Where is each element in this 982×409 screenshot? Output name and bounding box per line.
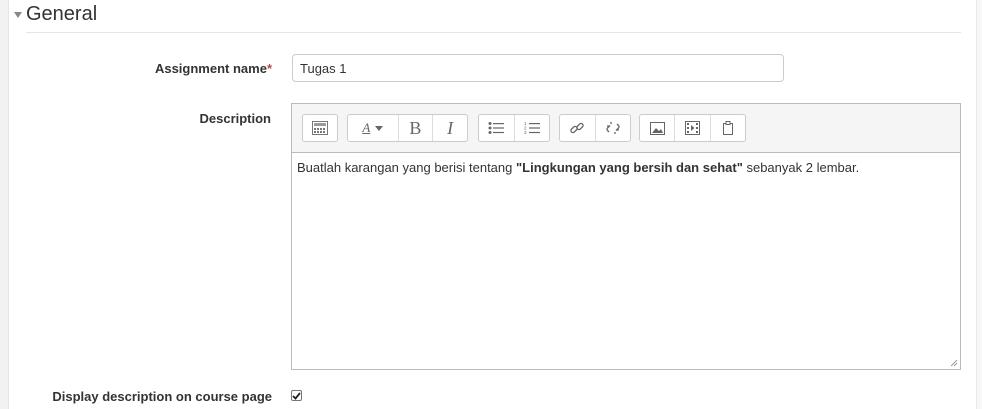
resize-handle-icon[interactable] [950,359,958,367]
toolbar-group-collapse [302,114,338,142]
image-icon [649,121,665,135]
unordered-list-button[interactable] [479,115,515,141]
checkmark-icon [292,391,301,400]
page-left-edge [0,0,9,409]
editor-content-area[interactable]: Buatlah karangan yang berisi tentang "Li… [292,153,960,183]
dropdown-arrow-icon [375,125,384,131]
assignment-name-label: Assignment name* [60,61,272,76]
assignment-name-label-text: Assignment name [154,61,267,76]
italic-button[interactable]: I [433,115,467,141]
page-right-edge [976,0,982,409]
toolbar-group-media [639,114,746,142]
svg-text:3: 3 [524,130,527,135]
insert-link-button[interactable] [560,115,596,141]
section-divider [26,32,961,33]
display-description-label: Display description on course page [52,389,272,404]
toolbar-group-text-style: A B I [347,114,468,142]
unlink-button[interactable] [596,115,631,141]
insert-media-button[interactable] [675,115,711,141]
show-more-buttons-button[interactable] [303,115,337,141]
video-icon [684,121,700,135]
description-text-bold: "Lingkungan yang bersih dan sehat" [516,160,743,175]
toolbar-group-lists: 1 2 3 [478,114,550,142]
keyboard-icon [312,121,328,135]
bullet-list-icon [488,122,505,134]
collapse-triangle-icon [14,11,22,18]
general-section-toggle[interactable]: General [14,2,97,26]
description-editor[interactable]: A B I 1 2 3 Buatlah karangan yang berisi… [291,103,961,370]
display-description-checkbox[interactable] [291,390,302,401]
assignment-name-input[interactable] [292,54,784,82]
editor-toolbar: A B I 1 2 3 [292,104,960,153]
description-text-after: sebanyak 2 lembar. [742,160,860,175]
manage-files-button[interactable] [711,115,745,141]
ordered-list-button[interactable]: 1 2 3 [515,115,550,141]
font-style-icon: A [362,120,371,135]
numbered-list-icon: 1 2 3 [524,121,540,135]
bold-button[interactable]: B [399,115,434,141]
unlink-icon [606,122,620,134]
link-icon [570,122,584,134]
description-label: Description [199,111,271,126]
required-marker: * [266,61,272,76]
toolbar-group-links [559,114,631,142]
description-text-before: Buatlah karangan yang berisi tentang [297,160,516,175]
paragraph-styles-button[interactable]: A [348,115,399,141]
clipboard-icon [722,121,733,135]
insert-image-button[interactable] [640,115,676,141]
section-title: General [26,2,98,25]
